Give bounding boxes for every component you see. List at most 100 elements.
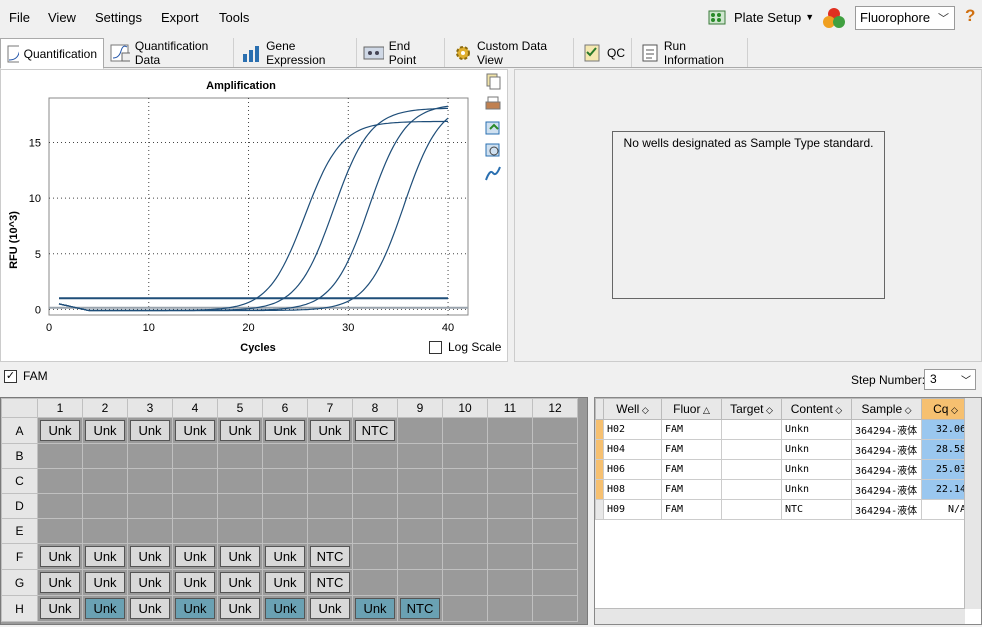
plate-well[interactable]: Unk [172,569,218,596]
plate-well[interactable] [352,518,398,544]
plate-well[interactable] [442,468,488,494]
tab-quantification-data[interactable]: Quantification Data [104,38,234,67]
plate-well[interactable]: Unk [262,417,308,444]
plate-well[interactable] [487,595,533,622]
vertical-scrollbar[interactable] [964,398,981,609]
horizontal-scrollbar[interactable] [595,608,965,624]
plate-well[interactable] [352,443,398,469]
plate-well[interactable] [37,518,83,544]
plate-well[interactable]: Unk [307,417,353,444]
copy-icon[interactable] [485,73,501,90]
log-scale-checkbox[interactable] [429,340,442,354]
plate-well[interactable] [487,417,533,444]
plate-well[interactable] [532,493,578,519]
plate-well[interactable] [352,569,398,596]
plate-well[interactable]: Unk [172,595,218,622]
plate-well[interactable]: Unk [262,543,308,570]
plate-well[interactable]: Unk [127,543,173,570]
plate-well[interactable] [487,468,533,494]
plate-well[interactable] [532,468,578,494]
row-selector[interactable] [595,459,604,480]
plate-well[interactable] [217,443,263,469]
fam-checkbox[interactable]: ✓ [4,369,17,383]
plate-well[interactable] [172,493,218,519]
plate-well[interactable] [532,595,578,622]
plate-well[interactable]: Unk [262,569,308,596]
plate-well[interactable]: Unk [217,543,263,570]
tab-end-point[interactable]: End Point [357,38,445,67]
plate-well[interactable]: Unk [217,595,263,622]
row-header[interactable]: E [1,518,38,544]
menu-tools[interactable]: Tools [219,10,249,25]
column-header[interactable]: Well ◇ [603,398,662,420]
tab-custom-data-view[interactable]: Custom Data View [446,38,574,67]
amplification-curve[interactable] [58,117,449,312]
tab-run-information[interactable]: Run Information [633,38,748,67]
column-header[interactable]: 6 [262,398,308,418]
plate-well[interactable] [217,493,263,519]
fluorophore-select[interactable]: Fluorophore ﹀ [855,6,955,30]
plate-well[interactable]: NTC [307,543,353,570]
plate-well[interactable] [262,468,308,494]
plate-well[interactable] [262,443,308,469]
plate-well[interactable] [172,468,218,494]
plate-well[interactable] [532,543,578,570]
export-image-icon[interactable] [485,119,501,136]
plate-well[interactable]: Unk [127,569,173,596]
amplification-curve[interactable] [58,107,448,312]
plate-well[interactable] [442,443,488,469]
plate-well[interactable] [397,443,443,469]
plate-well[interactable] [442,595,488,622]
row-header[interactable]: G [1,569,38,596]
plate-well[interactable] [397,417,443,444]
table-row[interactable]: H02 FAM Unkn 364294-液体 32.06 [595,419,970,440]
column-header[interactable]: 4 [172,398,218,418]
row-header[interactable]: B [1,443,38,469]
plate-well[interactable] [442,493,488,519]
plate-well[interactable]: NTC [397,595,443,622]
row-header[interactable]: C [1,468,38,494]
plate-well[interactable]: Unk [217,569,263,596]
column-header[interactable]: Fluor △ [661,398,722,420]
plate-well[interactable] [307,493,353,519]
column-header[interactable]: 1 [37,398,83,418]
plate-well[interactable]: NTC [352,417,398,444]
plate-well[interactable] [307,468,353,494]
plate-well[interactable] [487,543,533,570]
table-row[interactable]: H09 FAM NTC 364294-液体 N/A [595,499,970,520]
column-header[interactable]: Cq ◇ [921,398,970,420]
plate-well[interactable] [82,443,128,469]
row-header[interactable]: F [1,543,38,570]
column-header[interactable]: Target ◇ [721,398,782,420]
menu-view[interactable]: View [48,10,76,25]
row-selector[interactable] [595,499,604,520]
plate-well[interactable]: Unk [37,595,83,622]
plate-well[interactable] [307,518,353,544]
plate-well[interactable] [532,569,578,596]
plate-well[interactable] [487,493,533,519]
plate-well[interactable]: Unk [127,417,173,444]
plate-well[interactable] [82,468,128,494]
column-header[interactable]: 11 [487,398,533,418]
column-header[interactable]: 12 [532,398,578,418]
table-row[interactable]: H06 FAM Unkn 364294-液体 25.03 [595,459,970,480]
plate-well[interactable] [487,569,533,596]
plate-well[interactable]: Unk [37,543,83,570]
column-header[interactable]: 3 [127,398,173,418]
row-selector[interactable] [595,479,604,500]
row-selector[interactable] [595,439,604,460]
plate-well[interactable]: Unk [307,595,353,622]
row-header[interactable]: A [1,417,38,444]
plate-well[interactable]: Unk [127,595,173,622]
tab-gene-expression[interactable]: Gene Expression [235,38,357,67]
plate-well[interactable]: Unk [172,543,218,570]
table-row[interactable]: H04 FAM Unkn 364294-液体 28.58 [595,439,970,460]
tab-quantification[interactable]: Quantification [0,38,104,69]
plate-well[interactable] [397,543,443,570]
plate-well[interactable] [37,468,83,494]
plate-well[interactable] [127,518,173,544]
row-header[interactable]: H [1,595,38,622]
plate-well[interactable] [397,493,443,519]
plate-well[interactable]: Unk [262,595,308,622]
color-balls-icon[interactable] [822,6,846,30]
